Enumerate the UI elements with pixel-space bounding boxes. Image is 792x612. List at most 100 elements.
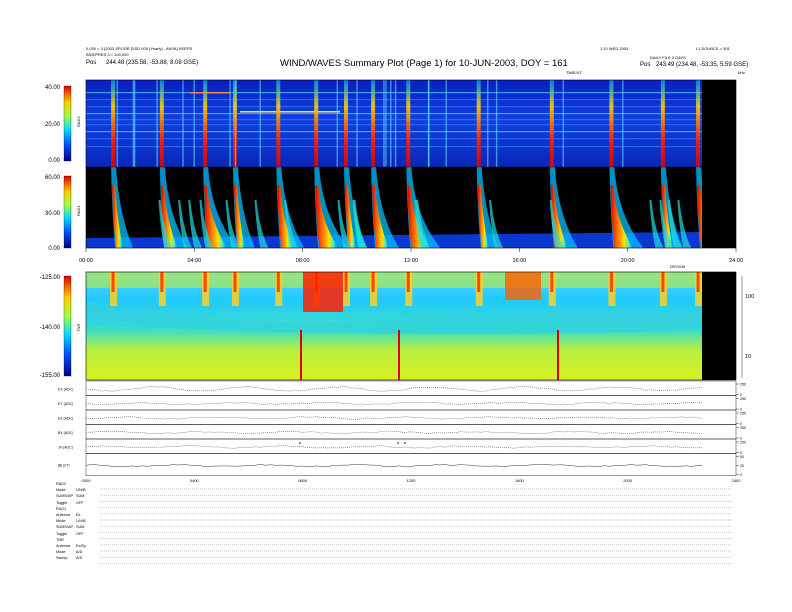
- rad1-spectrogram: [86, 167, 736, 248]
- rad2-burst-streak: [259, 80, 261, 167]
- rad2-burst-streak: [229, 80, 231, 167]
- rad1-cbar-tick-mid: 30.00: [45, 211, 61, 217]
- rad2-burst-streak: [385, 80, 387, 167]
- rad2-burst-streak: [622, 80, 624, 167]
- receiver-info-label: Sweep: [56, 556, 68, 561]
- housekeeping-right-tick-label: 50: [740, 455, 744, 459]
- rad2-burst-streak: [336, 80, 339, 167]
- receiver-info-row: Sweep A/D: [56, 556, 82, 561]
- rad2-burst: [696, 80, 701, 167]
- tnr-cbar-tick-min: -155.00: [40, 373, 61, 379]
- housekeeping-right-tick-label: 250: [740, 412, 746, 416]
- rad2-burst: [609, 80, 614, 167]
- tnr-spike: [300, 330, 302, 380]
- tnr-corner-label: DRY0036: [670, 265, 685, 269]
- receiver-info-label: Toggle: [56, 531, 68, 536]
- housekeeping-x-tick-label: 0800: [298, 478, 308, 483]
- receiver-info-value: A/D: [76, 550, 83, 555]
- rad2-cbar-tick-max: 40.00: [45, 85, 61, 91]
- rad2-burst-streak: [390, 80, 392, 167]
- receiver-info-row: RAD2: [56, 482, 66, 487]
- tnr-burst-core: [203, 272, 207, 292]
- housekeeping-x-tick-label: 0000: [82, 478, 92, 483]
- tnr-spike: [557, 330, 559, 380]
- housekeeping-x-tick-label: 0400: [190, 478, 200, 483]
- receiver-info-value: OFF: [76, 500, 84, 505]
- housekeeping-right-tick-label: 0: [740, 473, 742, 477]
- rad2-burst-streak: [394, 80, 397, 167]
- receiver-info-label: RAD1: [56, 506, 67, 511]
- summary-plot: 40.00 20.00 0.00 60.00 30.00 0.00 -125.0…: [40, 79, 754, 564]
- housekeeping-spike: [299, 442, 301, 444]
- rad2-burst-streak: [182, 80, 184, 167]
- tnr-colorbar: [63, 275, 72, 377]
- tnr-right-tick-10: 10: [745, 354, 751, 360]
- housekeeping-panel: EX (ADC)2500EY (ADC)2500EZ (ADC)2500BX (…: [58, 380, 746, 477]
- receiver-info-row: RAD1: [56, 507, 66, 512]
- housekeeping-label: BX (ADC): [58, 431, 73, 435]
- receiver-info-label: SUMS/AP: [56, 525, 74, 530]
- rad2-burst-streak: [193, 80, 195, 167]
- rad2-burst-streak: [116, 80, 118, 167]
- receiver-info-label: Antenna: [56, 513, 71, 517]
- housekeeping-trace: [85, 401, 703, 406]
- housekeeping-label: JX (ADC): [58, 445, 73, 449]
- rad2-colorbar: [63, 85, 72, 162]
- housekeeping-right-tick-label: 250: [740, 441, 746, 445]
- rad1-cbar-tick-min: 0.00: [48, 246, 60, 252]
- rad2-burst-streak: [383, 80, 385, 167]
- housekeeping-label: |B| (nT): [58, 464, 70, 468]
- tnr-burst-core: [609, 272, 613, 292]
- housekeeping-right-tick-label: 250: [740, 397, 746, 401]
- rad2-burst-streak: [487, 80, 489, 167]
- rad2-burst-streak: [562, 80, 564, 167]
- rad2-burst: [406, 80, 411, 167]
- rad1-x-tick-label: 20:00: [621, 258, 635, 264]
- housekeeping-trace: [85, 445, 703, 449]
- receiver-info-label: RAD2: [56, 482, 67, 486]
- tnr-burst-core: [550, 272, 554, 292]
- rad2-burst-streak: [356, 80, 358, 167]
- receiver-info-label: Toggle: [56, 500, 68, 505]
- housekeeping-right-tick-label: 250: [740, 426, 746, 430]
- rad2-burst-streak: [445, 80, 447, 167]
- rad2-burst: [314, 80, 319, 167]
- tnr-burst-core: [233, 272, 237, 292]
- housekeeping-trace: [85, 430, 703, 434]
- tnr-burst-core: [111, 272, 115, 292]
- rad2-burst: [476, 80, 481, 167]
- rad1-colorbar: [63, 175, 72, 249]
- rad1-x-tick-label: 04:00: [187, 258, 201, 264]
- receiver-info-row: Antenna Ex/Ey: [56, 544, 86, 549]
- rad2-burst-streak: [156, 80, 158, 167]
- tnr-burst-core: [371, 272, 375, 292]
- tnr-burst-core: [160, 272, 164, 292]
- housekeeping-trace: [85, 416, 703, 420]
- housekeeping-label: EY (ADC): [58, 402, 73, 406]
- tnr-cbar-tick-mid: -140.00: [40, 325, 61, 331]
- receiver-info-row: SUMS/AP SUM: [56, 525, 84, 530]
- receiver-info-row: TNR: [56, 538, 64, 543]
- rad2-burst-streak: [427, 80, 430, 167]
- rad1-x-tick-label: 12:00: [404, 258, 418, 264]
- receiver-info-value: A/D: [76, 556, 83, 561]
- receiver-info-label: SUMS/AP: [56, 494, 74, 499]
- rad2-burst: [660, 80, 665, 167]
- housekeeping-x-tick-label: 1200: [407, 478, 417, 483]
- receiver-info-value: SUM: [76, 494, 85, 499]
- tnr-burst-core: [344, 272, 348, 292]
- rad2-band-feature: [190, 92, 230, 94]
- receiver-info-label: Mode: [56, 488, 66, 493]
- rad2-burst: [276, 80, 281, 167]
- rad1-x-tick-label: 24:00: [729, 258, 743, 264]
- tnr-burst-core: [477, 272, 481, 292]
- rad2-burst: [371, 80, 376, 167]
- rad2-burst: [549, 80, 554, 167]
- tnr-burst-core: [696, 272, 700, 292]
- rad2-burst-streak: [132, 80, 135, 167]
- housekeeping-x-tick-label: 2000: [623, 478, 633, 483]
- rad2-burst: [344, 80, 348, 167]
- rad2-burst: [203, 80, 208, 167]
- tnr-burst-core: [406, 272, 410, 292]
- receiver-info-value: Ex/Ey: [76, 544, 86, 548]
